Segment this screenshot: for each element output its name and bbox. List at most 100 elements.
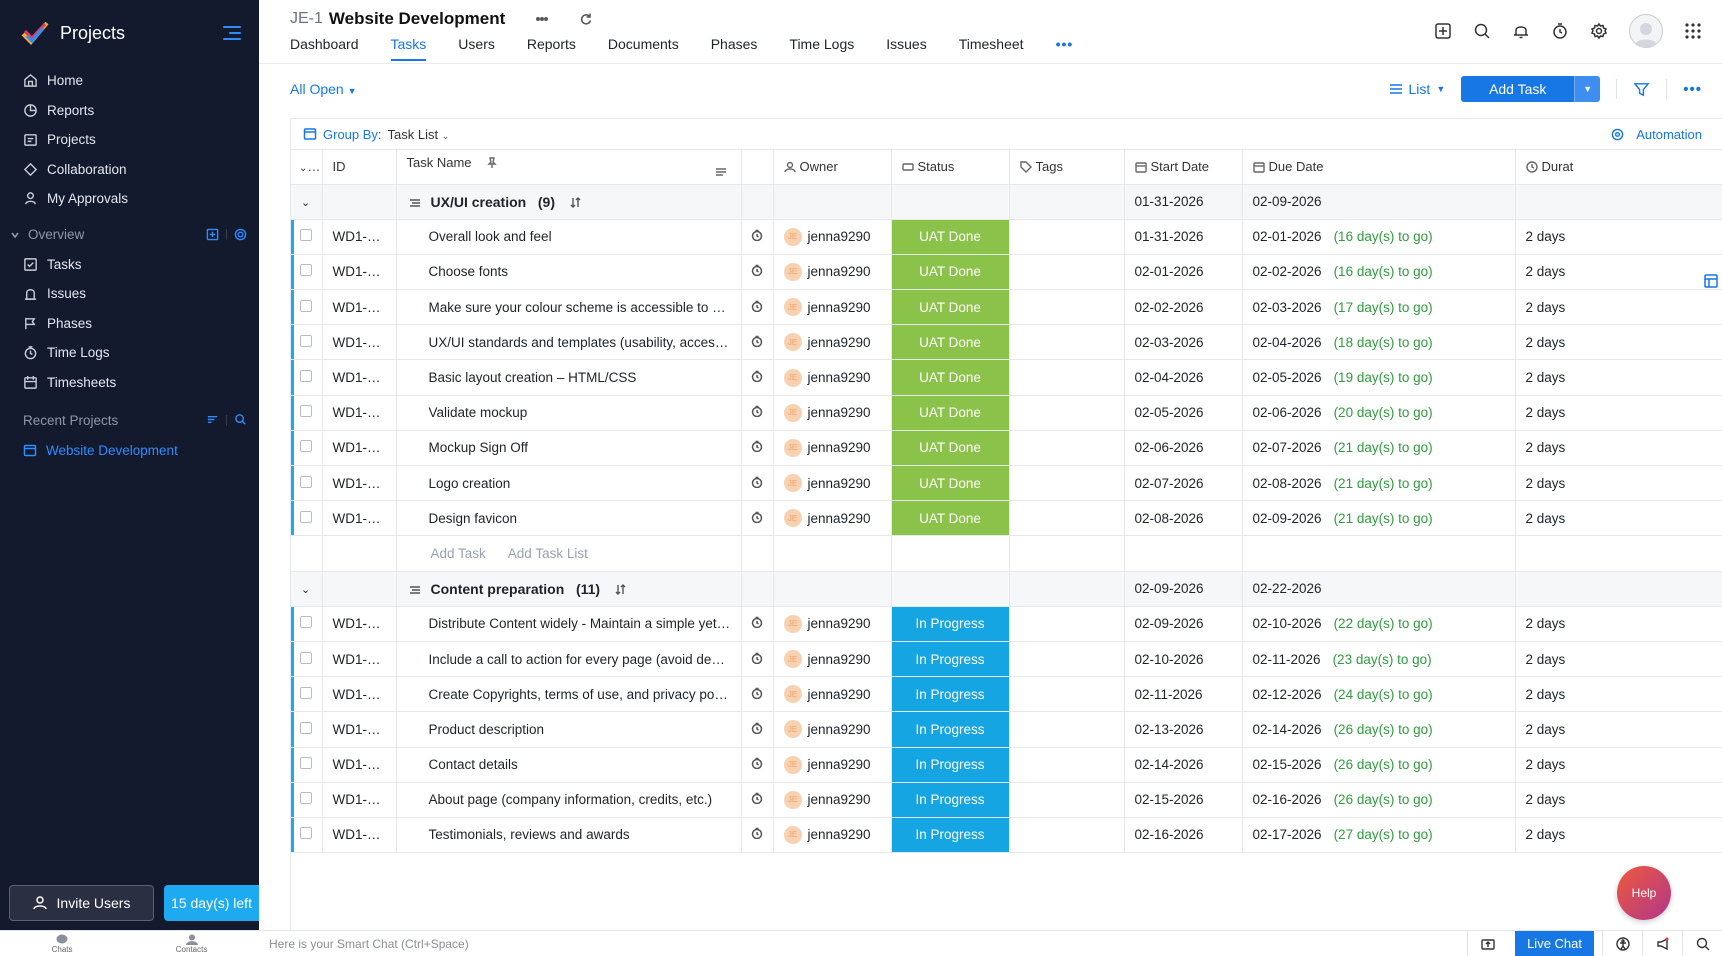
start-date[interactable]: 02-13-2026: [1124, 711, 1243, 748]
timer-cell[interactable]: [741, 676, 774, 713]
task-id[interactable]: WD1-T26: [322, 465, 397, 502]
group-collapse-toggle[interactable]: ⌄: [291, 571, 323, 607]
task-name[interactable]: About page (company information, credits…: [396, 782, 742, 818]
table-row[interactable]: WD1-T26 Logo creation JE jenna9290 UAT Done 0…: [291, 465, 1722, 502]
tags-cell[interactable]: [1009, 606, 1125, 642]
start-date[interactable]: 01-31-2026: [1124, 219, 1243, 255]
status-badge[interactable]: UAT Done: [891, 500, 1010, 537]
tags-cell[interactable]: [1009, 641, 1125, 678]
duration[interactable]: 2 days: [1515, 219, 1722, 255]
sidebar-item-home[interactable]: Home: [0, 66, 259, 96]
due-date-cell[interactable]: 02-15-2026 (26 day(s) to go): [1242, 747, 1516, 783]
timer-cell[interactable]: [741, 747, 774, 783]
group-name-cell[interactable]: UX/UI creation (9): [396, 184, 742, 220]
task-id[interactable]: WD1-T21: [322, 289, 397, 326]
tags-cell[interactable]: [1009, 219, 1125, 255]
due-date-cell[interactable]: 02-02-2026 (16 day(s) to go): [1242, 254, 1516, 291]
task-name[interactable]: UX/UI standards and templates (usability…: [396, 324, 742, 361]
start-date[interactable]: 02-16-2026: [1124, 817, 1243, 854]
column-header-owner[interactable]: Owner: [773, 150, 892, 185]
sidebar-item-phases[interactable]: Phases: [0, 309, 259, 339]
task-id[interactable]: WD1-T20: [322, 254, 397, 291]
view-mode-dropdown[interactable]: List ▼: [1389, 81, 1445, 97]
task-name[interactable]: Product description: [396, 711, 742, 748]
status-badge[interactable]: UAT Done: [891, 430, 1010, 467]
task-name[interactable]: Validate mockup: [396, 395, 742, 431]
row-checkbox[interactable]: [300, 229, 312, 242]
add-task-dropdown[interactable]: ▼: [1574, 76, 1601, 102]
table-row[interactable]: WD1-T28 Distribute Content widely - Maint…: [291, 606, 1722, 642]
table-row[interactable]: WD1-T33 Contact details JE jenna9290 In Prog…: [291, 747, 1722, 783]
sidebar-item-projects[interactable]: Projects: [0, 125, 259, 155]
duration[interactable]: 2 days: [1515, 359, 1722, 396]
duration[interactable]: 2 days: [1515, 676, 1722, 713]
bell-icon[interactable]: [1512, 22, 1530, 40]
tags-cell[interactable]: [1009, 289, 1125, 326]
table-row[interactable]: WD1-T32 Product description JE jenna9290 In …: [291, 711, 1722, 748]
start-date[interactable]: 02-14-2026: [1124, 747, 1243, 783]
sidebar-item-tasks[interactable]: Tasks: [0, 250, 259, 280]
row-checkbox[interactable]: [300, 405, 312, 418]
owner-cell[interactable]: JE jenna9290: [773, 641, 892, 678]
task-id[interactable]: WD1-T28: [322, 606, 397, 642]
invite-users-button[interactable]: Invite Users: [9, 885, 154, 921]
status-badge[interactable]: In Progress: [891, 711, 1010, 748]
table-row[interactable]: WD1-T25 Mockup Sign Off JE jenna9290 UAT Don…: [291, 430, 1722, 467]
status-badge[interactable]: UAT Done: [891, 219, 1010, 255]
start-date[interactable]: 02-01-2026: [1124, 254, 1243, 291]
owner-cell[interactable]: JE jenna9290: [773, 359, 892, 396]
owner-cell[interactable]: JE jenna9290: [773, 430, 892, 467]
start-date[interactable]: 02-04-2026: [1124, 359, 1243, 396]
duration[interactable]: 2 days: [1515, 641, 1722, 678]
start-date[interactable]: 02-15-2026: [1124, 782, 1243, 818]
status-badge[interactable]: UAT Done: [891, 254, 1010, 291]
owner-cell[interactable]: JE jenna9290: [773, 711, 892, 748]
table-row[interactable]: WD1-T21 Make sure your colour scheme is a…: [291, 289, 1722, 326]
owner-cell[interactable]: JE jenna9290: [773, 219, 892, 255]
owner-cell[interactable]: JE jenna9290: [773, 324, 892, 361]
collapse-all-header[interactable]: ⌄⌄: [291, 150, 323, 185]
owner-cell[interactable]: JE jenna9290: [773, 817, 892, 854]
tab-users[interactable]: Users: [458, 36, 495, 61]
row-checkbox[interactable]: [300, 757, 312, 770]
column-header-task-name[interactable]: Task Name: [396, 150, 742, 185]
refresh-icon[interactable]: [579, 12, 593, 26]
column-header-start-date[interactable]: Start Date: [1124, 150, 1243, 185]
timer-icon[interactable]: [1551, 22, 1569, 40]
timer-cell[interactable]: [741, 465, 774, 502]
pin-icon[interactable]: [486, 157, 498, 169]
row-checkbox[interactable]: [300, 792, 312, 805]
tab-timesheet[interactable]: Timesheet: [959, 36, 1024, 61]
smart-chat-input[interactable]: Here is your Smart Chat (Ctrl+Space): [259, 937, 1467, 951]
timer-cell[interactable]: [741, 219, 774, 255]
sidebar-item-timesheets[interactable]: Timesheets: [0, 368, 259, 398]
app-grid-icon[interactable]: [1684, 22, 1702, 40]
task-name[interactable]: Include a call to action for every page …: [396, 641, 742, 678]
status-badge[interactable]: UAT Done: [891, 395, 1010, 431]
task-id[interactable]: WD1-T24: [322, 395, 397, 431]
task-id[interactable]: WD1-T33: [322, 747, 397, 783]
tabs-more-button[interactable]: •••: [1056, 36, 1074, 61]
sidebar-item-reports[interactable]: Reports: [0, 96, 259, 126]
tags-cell[interactable]: [1009, 430, 1125, 467]
timer-cell[interactable]: [741, 641, 774, 678]
automation-button[interactable]: Automation: [1611, 127, 1702, 142]
row-checkbox[interactable]: [300, 827, 312, 840]
row-checkbox[interactable]: [300, 475, 312, 488]
status-badge[interactable]: In Progress: [891, 676, 1010, 713]
tab-tasks[interactable]: Tasks: [390, 36, 427, 61]
task-name[interactable]: Design favicon: [396, 500, 742, 537]
sort-icon[interactable]: [614, 583, 627, 596]
owner-cell[interactable]: JE jenna9290: [773, 606, 892, 642]
overview-section-header[interactable]: Overview |: [0, 220, 259, 250]
more-actions-button[interactable]: •••: [1683, 81, 1702, 98]
timer-cell[interactable]: [741, 782, 774, 818]
due-date-cell[interactable]: 02-08-2026 (21 day(s) to go): [1242, 465, 1516, 502]
tags-cell[interactable]: [1009, 711, 1125, 748]
column-header-tags[interactable]: Tags: [1009, 150, 1125, 185]
tags-cell[interactable]: [1009, 500, 1125, 537]
contacts-button[interactable]: Contacts: [176, 934, 207, 954]
task-id[interactable]: WD1-T19: [322, 219, 397, 255]
status-badge[interactable]: In Progress: [891, 747, 1010, 783]
sidebar-item-time-logs[interactable]: Time Logs: [0, 338, 259, 368]
